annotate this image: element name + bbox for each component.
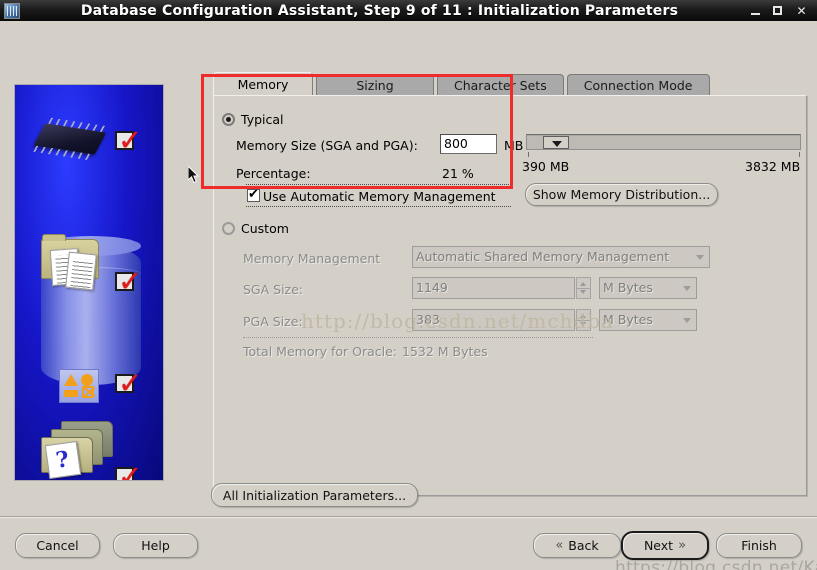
red-check-icon: ✓ xyxy=(118,459,143,481)
slider-tick-min xyxy=(528,152,529,157)
memory-management-select[interactable]: Automatic Shared Memory Management xyxy=(412,246,710,268)
chevron-left-icon: « xyxy=(555,538,564,553)
window-controls: ✕ xyxy=(749,5,817,17)
custom-radio[interactable] xyxy=(222,222,235,235)
slider-min-label: 390 MB xyxy=(522,159,570,174)
chevron-down-icon xyxy=(696,255,704,260)
memory-size-label: Memory Size (SGA and PGA): xyxy=(236,138,418,153)
pga-size-unit-select[interactable]: M Bytes xyxy=(599,309,697,331)
next-label: Next xyxy=(643,538,674,553)
sga-size-unit-select[interactable]: M Bytes xyxy=(599,277,697,299)
all-initialization-parameters-button[interactable]: All Initialization Parameters... xyxy=(211,483,418,507)
memory-management-value: Automatic Shared Memory Management xyxy=(416,249,670,264)
typical-radio[interactable] xyxy=(222,113,235,126)
shapes-tile-icon xyxy=(59,369,99,403)
database-app-icon xyxy=(4,2,20,19)
auto-memory-management-checkbox[interactable] xyxy=(247,187,260,202)
chevron-down-icon xyxy=(683,318,691,323)
memory-size-slider-thumb[interactable] xyxy=(543,136,569,149)
slider-max-label: 3832 MB xyxy=(745,159,801,174)
triangle-shape xyxy=(64,374,78,386)
all-initialization-parameters-label: All Initialization Parameters... xyxy=(222,487,407,503)
memory-size-input[interactable]: 800 xyxy=(440,134,497,154)
rectangle-shape xyxy=(64,390,78,397)
title-bar: Database Configuration Assistant, Step 9… xyxy=(0,0,817,21)
window-title: Database Configuration Assistant, Step 9… xyxy=(80,2,679,19)
sga-size-stepper[interactable] xyxy=(576,277,591,299)
separator-dotted xyxy=(246,184,511,185)
tab-memory[interactable]: Memory xyxy=(213,72,313,96)
memory-management-label: Memory Management xyxy=(243,251,381,266)
percentage-label: Percentage: xyxy=(236,166,311,181)
show-memory-distribution-label: Show Memory Distribution... xyxy=(532,187,711,202)
step-checkmark: ✓ xyxy=(115,123,151,157)
crossed-box-shape xyxy=(82,386,94,398)
window-body: ✓ ✓ ✓ ✓ Memory Sizing Character Sets Con… xyxy=(0,21,817,570)
tab-character-sets[interactable]: Character Sets xyxy=(437,74,564,96)
memory-chip-icon xyxy=(33,123,107,155)
document-sheet xyxy=(65,251,97,291)
pga-size-label: PGA Size: xyxy=(243,314,303,329)
back-button[interactable]: « Back xyxy=(533,533,621,558)
tab-sizing[interactable]: Sizing xyxy=(316,74,434,96)
wizard-illustration-panel: ✓ ✓ ✓ ✓ xyxy=(14,84,164,481)
help-button[interactable]: Help xyxy=(113,533,198,558)
separator-dotted xyxy=(246,206,511,207)
folder-stack-question-icon xyxy=(37,421,117,480)
maximize-icon[interactable] xyxy=(772,5,785,17)
tab-connection-mode[interactable]: Connection Mode xyxy=(566,74,710,96)
pga-size-unit-value: M Bytes xyxy=(603,312,653,327)
red-check-icon: ✓ xyxy=(118,366,143,400)
next-button-content: Next » xyxy=(623,533,707,558)
sga-size-unit-value: M Bytes xyxy=(603,280,653,295)
show-memory-distribution-button[interactable]: Show Memory Distribution... xyxy=(525,183,718,206)
dbca-window: Database Configuration Assistant, Step 9… xyxy=(0,0,817,570)
sga-size-label: SGA Size: xyxy=(243,282,304,297)
slider-tick-max xyxy=(799,152,800,157)
typical-radio-label[interactable]: Typical xyxy=(241,112,284,127)
next-button[interactable]: Next » xyxy=(621,531,709,560)
back-button-content: « Back xyxy=(534,534,620,557)
cancel-button[interactable]: Cancel xyxy=(15,533,100,558)
step-checkmark: ✓ xyxy=(115,366,151,400)
footer-separator xyxy=(0,516,817,518)
separator-dotted xyxy=(243,337,593,338)
finish-label: Finish xyxy=(741,538,777,553)
sga-size-input[interactable]: 1149 xyxy=(412,277,575,299)
circle-shape xyxy=(81,374,93,386)
step-checkmark: ✓ xyxy=(115,264,151,298)
percentage-value: 21 % xyxy=(442,166,474,181)
tab-strip: Memory Sizing Character Sets Connection … xyxy=(213,72,713,96)
pga-size-stepper[interactable] xyxy=(576,309,591,331)
folder-documents-icon xyxy=(41,233,105,291)
custom-radio-label[interactable]: Custom xyxy=(241,221,289,236)
auto-memory-management-label[interactable]: Use Automatic Memory Management xyxy=(263,189,496,204)
cancel-label: Cancel xyxy=(36,538,79,553)
step-checkmark: ✓ xyxy=(115,459,151,481)
total-memory-label: Total Memory for Oracle: xyxy=(243,344,398,359)
chevron-down-icon xyxy=(683,286,691,291)
memory-size-unit-label: MB xyxy=(504,138,524,153)
memory-tab-panel: Typical Memory Size (SGA and PGA): 800 M… xyxy=(213,95,807,496)
question-document xyxy=(44,440,82,480)
chevron-right-icon: » xyxy=(678,538,687,553)
red-check-icon: ✓ xyxy=(118,264,143,298)
finish-button[interactable]: Finish xyxy=(716,533,802,558)
minimize-icon[interactable] xyxy=(749,5,762,17)
red-check-icon: ✓ xyxy=(118,123,143,157)
total-memory-value: 1532 M Bytes xyxy=(402,344,488,359)
back-label: Back xyxy=(568,538,599,553)
help-label: Help xyxy=(141,538,170,553)
close-icon[interactable]: ✕ xyxy=(795,5,808,17)
pga-size-input[interactable]: 383 xyxy=(412,309,575,331)
